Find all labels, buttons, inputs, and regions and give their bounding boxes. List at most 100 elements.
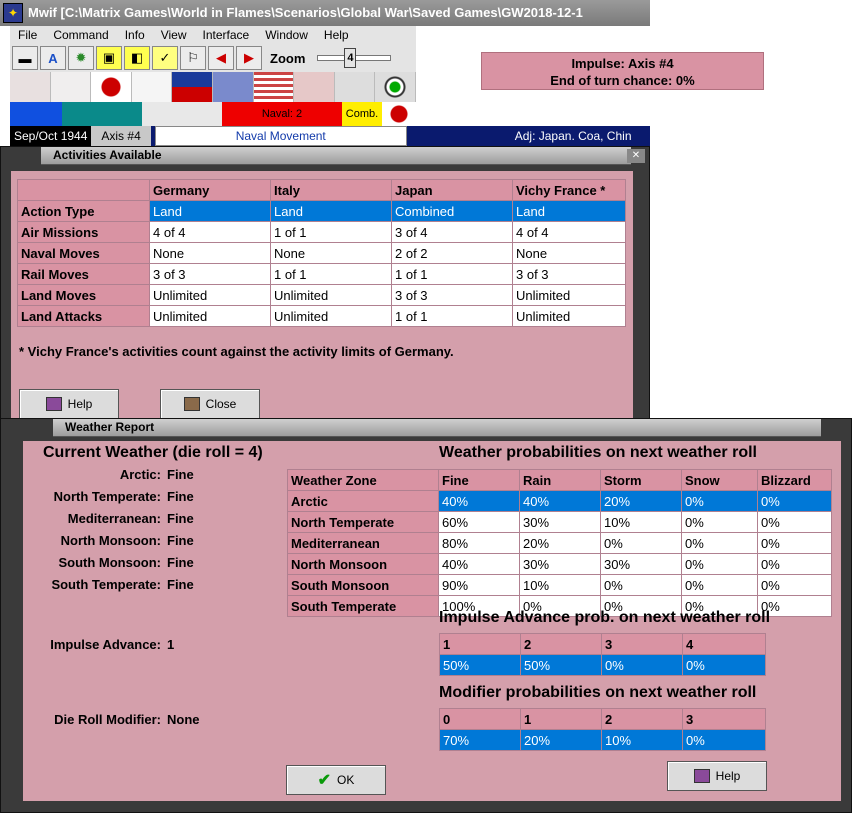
table-cell[interactable]: Unlimited xyxy=(270,305,392,327)
table-cell[interactable]: None xyxy=(270,242,392,264)
menu-help[interactable]: Help xyxy=(316,26,357,44)
table-cell[interactable]: 3 of 3 xyxy=(149,263,271,285)
table-cell[interactable]: 4 of 4 xyxy=(512,221,626,243)
help-button[interactable]: Help xyxy=(19,389,119,419)
table-row[interactable]: Land Moves Unlimited Unlimited 3 of 3 Un… xyxy=(17,284,626,306)
menu-window[interactable]: Window xyxy=(257,26,316,44)
text-a-icon[interactable]: A xyxy=(40,46,66,70)
table-row[interactable]: Mediterranean 80% 20% 0% 0% 0% xyxy=(287,532,832,554)
flag-icon[interactable] xyxy=(294,72,335,102)
us-flag-icon[interactable] xyxy=(253,72,295,102)
table-cell[interactable]: 1 of 1 xyxy=(391,305,513,327)
ok-button[interactable]: ✔ OK xyxy=(286,765,386,795)
check-icon[interactable]: ✓ xyxy=(152,46,178,70)
table-cell[interactable]: 1 of 1 xyxy=(270,221,392,243)
table-cell[interactable]: 2 of 2 xyxy=(391,242,513,264)
table-cell[interactable]: 0% xyxy=(681,532,758,554)
table-row[interactable]: Action Type Land Land Combined Land xyxy=(17,200,626,222)
table-cell[interactable]: 40% xyxy=(438,553,520,575)
table-cell[interactable]: Unlimited xyxy=(512,284,626,306)
table-cell[interactable]: Land xyxy=(512,200,626,222)
table-cell[interactable]: Land xyxy=(270,200,392,222)
table-cell[interactable]: Combined xyxy=(391,200,513,222)
gear-icon[interactable]: ✹ xyxy=(68,46,94,70)
table-cell[interactable]: 0% xyxy=(757,532,832,554)
table-row[interactable]: North Monsoon 40% 30% 30% 0% 0% xyxy=(287,553,832,575)
table-cell[interactable]: 3 of 4 xyxy=(391,221,513,243)
table-cell[interactable]: 70% xyxy=(439,729,521,751)
table-cell[interactable]: 0% xyxy=(757,574,832,596)
table-cell[interactable]: 20% xyxy=(520,729,602,751)
table-cell[interactable]: 0% xyxy=(682,729,766,751)
table-cell[interactable]: Land xyxy=(149,200,271,222)
table-cell[interactable]: 1 of 1 xyxy=(270,263,392,285)
table-cell[interactable]: 30% xyxy=(519,553,601,575)
table-cell[interactable]: 0% xyxy=(757,553,832,575)
table-cell[interactable]: 50% xyxy=(439,654,521,676)
table-cell[interactable]: 10% xyxy=(601,729,683,751)
table-cell[interactable]: 10% xyxy=(519,574,601,596)
table-cell[interactable]: 30% xyxy=(600,553,682,575)
table-row[interactable]: 70% 20% 10% 0% xyxy=(439,729,766,751)
table-cell[interactable]: 3 of 3 xyxy=(391,284,513,306)
table-cell[interactable]: Unlimited xyxy=(512,305,626,327)
table-cell[interactable]: 40% xyxy=(519,490,601,512)
table-cell[interactable]: 4 of 4 xyxy=(149,221,271,243)
table-row[interactable]: North Temperate 60% 30% 10% 0% 0% xyxy=(287,511,832,533)
hex-icon[interactable]: ▣ xyxy=(96,46,122,70)
table-cell[interactable]: None xyxy=(149,242,271,264)
table-row[interactable]: Rail Moves 3 of 3 1 of 1 1 of 1 3 of 3 xyxy=(17,263,626,285)
app-icon[interactable]: ✦ xyxy=(3,3,23,23)
table-row[interactable]: South Monsoon 90% 10% 0% 0% 0% xyxy=(287,574,832,596)
table-cell[interactable]: None xyxy=(512,242,626,264)
table-row[interactable]: Arctic 40% 40% 20% 0% 0% xyxy=(287,490,832,512)
close-button[interactable]: Close xyxy=(160,389,260,419)
table-cell[interactable]: 0% xyxy=(681,574,758,596)
table-cell[interactable]: 20% xyxy=(519,532,601,554)
table-cell[interactable]: 0% xyxy=(757,490,832,512)
table-cell[interactable]: 10% xyxy=(600,511,682,533)
flag-icon[interactable]: ⚐ xyxy=(180,46,206,70)
menu-command[interactable]: Command xyxy=(45,26,116,44)
menu-view[interactable]: View xyxy=(153,26,195,44)
table-cell[interactable]: 80% xyxy=(438,532,520,554)
target-icon[interactable] xyxy=(375,72,416,102)
table-cell[interactable]: 0% xyxy=(601,654,683,676)
table-cell[interactable]: 0% xyxy=(681,511,758,533)
unit-icon[interactable]: ▬ xyxy=(12,46,38,70)
zoom-thumb[interactable]: 4 xyxy=(344,48,357,68)
table-cell[interactable]: 0% xyxy=(757,511,832,533)
flag-icon[interactable] xyxy=(131,72,173,102)
menu-interface[interactable]: Interface xyxy=(195,26,258,44)
arrow-left-icon[interactable]: ◀ xyxy=(208,46,234,70)
table-cell[interactable]: 20% xyxy=(600,490,682,512)
table-row[interactable]: 50% 50% 0% 0% xyxy=(439,654,766,676)
table-row[interactable]: Land Attacks Unlimited Unlimited 1 of 1 … xyxy=(17,305,626,327)
close-icon[interactable]: ✕ xyxy=(627,149,645,163)
table-cell[interactable]: 1 of 1 xyxy=(391,263,513,285)
menu-file[interactable]: File xyxy=(10,26,45,44)
table-cell[interactable]: Unlimited xyxy=(270,284,392,306)
table-cell[interactable]: 60% xyxy=(438,511,520,533)
rising-sun-flag-icon[interactable] xyxy=(91,72,132,102)
table-cell[interactable]: 0% xyxy=(600,574,682,596)
layer-icon[interactable]: ◧ xyxy=(124,46,150,70)
flag-icon[interactable] xyxy=(334,72,376,102)
flag-icon[interactable] xyxy=(50,72,92,102)
table-row[interactable]: Naval Moves None None 2 of 2 None xyxy=(17,242,626,264)
table-cell[interactable]: 90% xyxy=(438,574,520,596)
table-cell[interactable]: 0% xyxy=(681,490,758,512)
arrow-right-icon[interactable]: ▶ xyxy=(236,46,262,70)
flag-icon[interactable] xyxy=(10,72,51,102)
table-cell[interactable]: 3 of 3 xyxy=(512,263,626,285)
table-cell[interactable]: 0% xyxy=(682,654,766,676)
table-cell[interactable]: 0% xyxy=(600,532,682,554)
table-cell[interactable]: 30% xyxy=(519,511,601,533)
china-flag-icon[interactable] xyxy=(172,72,213,102)
menu-info[interactable]: Info xyxy=(117,26,153,44)
table-row[interactable]: Air Missions 4 of 4 1 of 1 3 of 4 4 of 4 xyxy=(17,221,626,243)
table-cell[interactable]: 50% xyxy=(520,654,602,676)
union-jack-icon[interactable] xyxy=(212,72,254,102)
help-button[interactable]: Help xyxy=(667,761,767,791)
table-cell[interactable]: Unlimited xyxy=(149,305,271,327)
